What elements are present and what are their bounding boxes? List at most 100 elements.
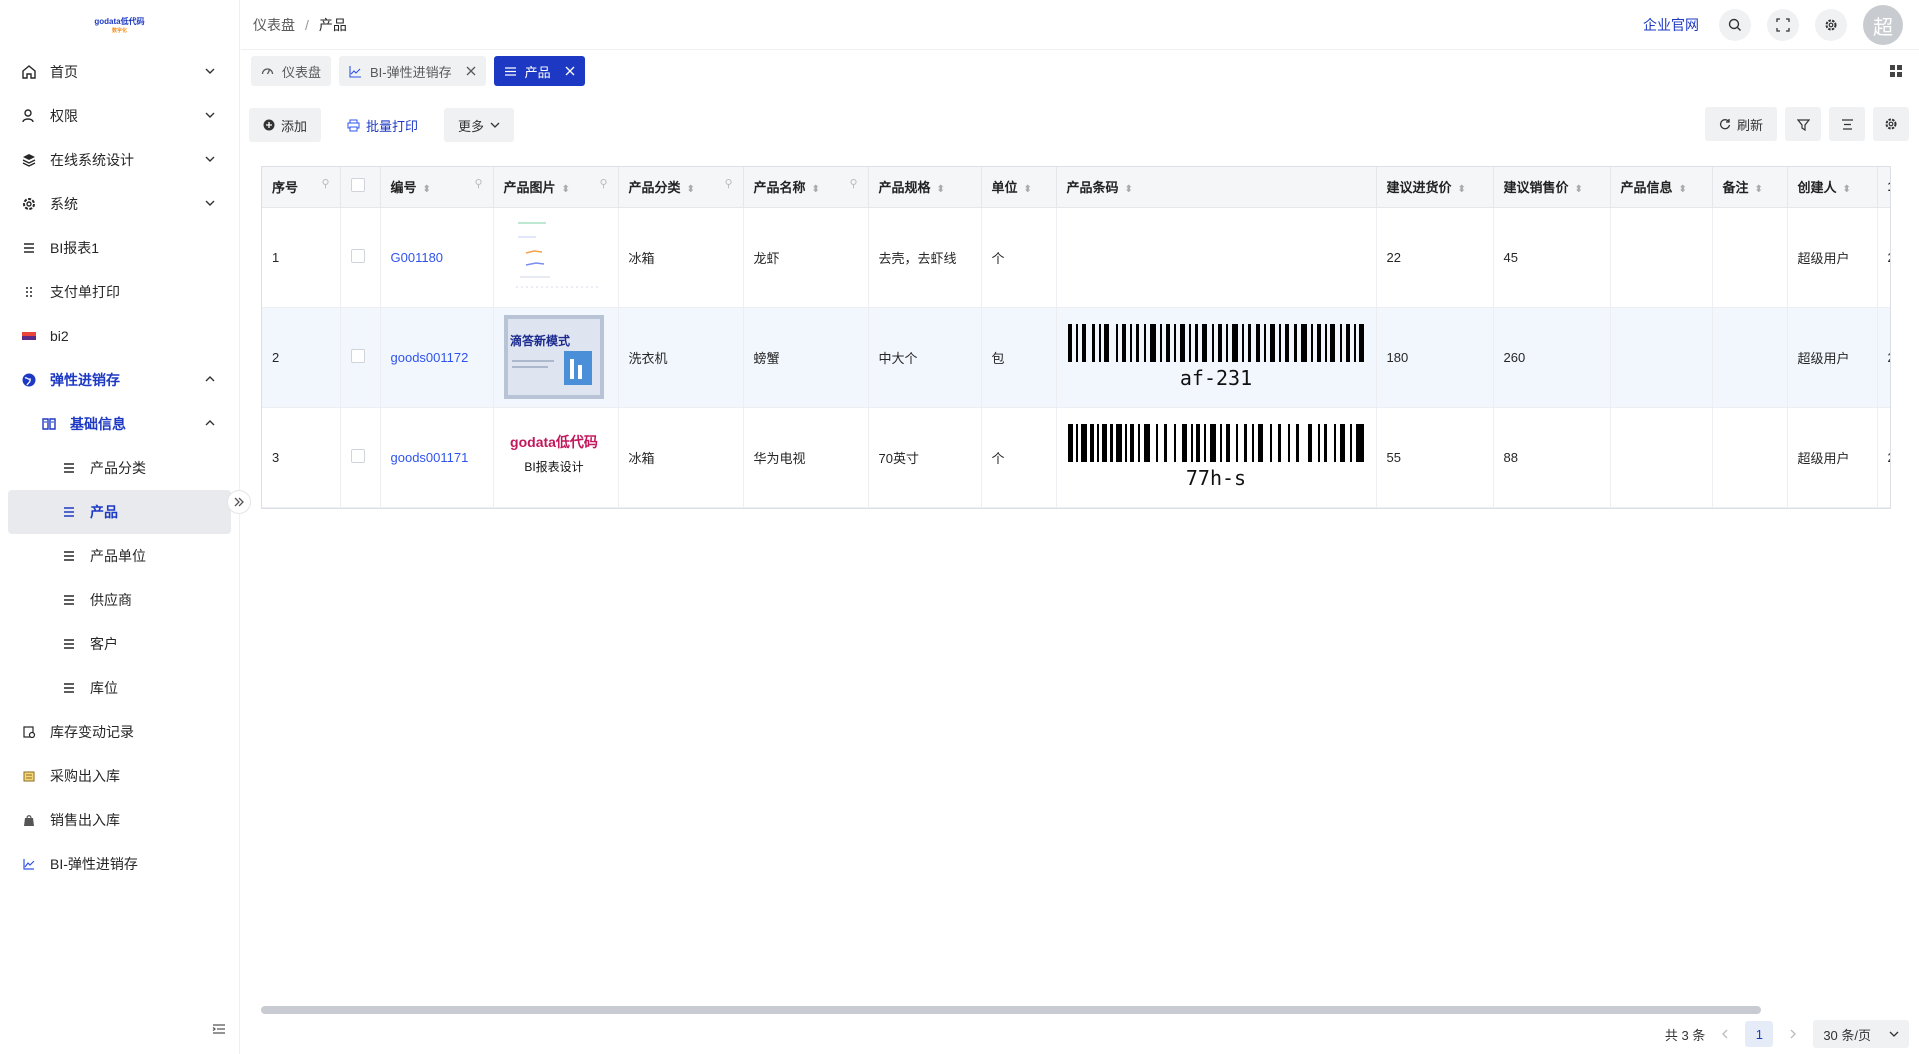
more-dropdown[interactable]: 更多: [444, 108, 515, 142]
sidebar-item-bi2[interactable]: bi2: [0, 314, 239, 358]
sidebar-item-bi-report1[interactable]: BI报表1: [0, 226, 239, 270]
cell-select: [340, 307, 381, 408]
sort-icon[interactable]: ⬍: [1125, 184, 1133, 195]
row-checkbox[interactable]: [350, 348, 365, 363]
column-title: 产品图片: [503, 180, 556, 196]
sidebar-item-product-unit[interactable]: 产品单位: [0, 534, 239, 578]
sidebar-item-location[interactable]: 库位: [0, 666, 239, 710]
double-chevron-right-icon: [234, 497, 244, 507]
filter-button[interactable]: [1785, 107, 1821, 141]
sidebar-item-permission[interactable]: 权限: [0, 94, 239, 138]
product-code-link[interactable]: goods001172: [391, 350, 469, 365]
density-button[interactable]: [1829, 107, 1865, 141]
pin-icon[interactable]: ⚲: [849, 177, 857, 190]
next-page-button[interactable]: [1789, 1029, 1797, 1039]
table-row[interactable]: 2 goods001172 滴答新模式 洗衣机 螃蟹 中大个 包 af-231 …: [262, 307, 1890, 408]
sidebar-item-elastic-inventory[interactable]: 弹性进销存: [0, 358, 239, 402]
select-all-checkbox[interactable]: [350, 178, 365, 193]
column-header-extra[interactable]: 1: [1877, 167, 1890, 208]
sort-icon[interactable]: ⬍: [687, 184, 695, 195]
pin-icon[interactable]: ⚲: [724, 177, 732, 190]
sidebar-item-home[interactable]: 首页: [0, 50, 239, 94]
tab-bi-elastic[interactable]: BI-弹性进销存: [339, 56, 486, 86]
horizontal-scrollbar[interactable]: [261, 1006, 1761, 1014]
sidebar-item-system[interactable]: 系统: [0, 182, 239, 226]
column-header-unit[interactable]: 单位 ⬍: [981, 167, 1057, 208]
product-code-link[interactable]: G001180: [391, 250, 444, 265]
menu-collapse-button[interactable]: [212, 1022, 226, 1036]
avatar[interactable]: 超: [1863, 5, 1903, 45]
sidebar-item-payment-print[interactable]: 支付单打印: [0, 270, 239, 314]
sort-icon[interactable]: ⬍: [1679, 184, 1687, 195]
tab-dashboard[interactable]: 仪表盘: [251, 56, 332, 86]
column-header-info[interactable]: 产品信息 ⬍: [1610, 167, 1713, 208]
fullscreen-button[interactable]: [1767, 9, 1799, 41]
sidebar-expand-toggle[interactable]: [227, 490, 251, 514]
pin-icon[interactable]: ⚲: [474, 177, 482, 190]
product-image-thumbnail[interactable]: [504, 215, 604, 299]
product-image-thumbnail[interactable]: 滴答新模式: [503, 315, 604, 399]
column-header-seq[interactable]: 序号 ⚲: [262, 167, 341, 208]
prev-page-button[interactable]: [1721, 1029, 1729, 1039]
sidebar-item-sales-io[interactable]: 销售出入库: [0, 798, 239, 842]
sidebar-item-product-category[interactable]: 产品分类: [0, 446, 239, 490]
column-settings-button[interactable]: [1873, 107, 1909, 141]
breadcrumb-item[interactable]: 仪表盘: [253, 15, 295, 35]
table-row[interactable]: 1 G001180 冰箱 龙虾 去壳，去虾线 个 22 45 超级用户: [262, 207, 1890, 308]
list-icon: [60, 503, 78, 521]
refresh-button[interactable]: 刷新: [1704, 107, 1777, 141]
table-row[interactable]: 3 goods001171 godata低代码 BI报表设计 冰箱 华为电视 70…: [262, 407, 1890, 508]
product-code-link[interactable]: goods001171: [391, 450, 469, 465]
logo[interactable]: godata低代码 数字化: [0, 0, 239, 50]
settings-button[interactable]: [1815, 9, 1847, 41]
column-header-sell-price[interactable]: 建议销售价 ⬍: [1493, 167, 1611, 208]
enterprise-site-link[interactable]: 企业官网: [1643, 15, 1699, 35]
column-title: 产品规格: [878, 180, 931, 196]
sort-icon[interactable]: ⬍: [562, 184, 570, 195]
column-header-spec[interactable]: 产品规格 ⬍: [868, 167, 982, 208]
sidebar-item-customer[interactable]: 客户: [0, 622, 239, 666]
sidebar-item-bi-elastic[interactable]: BI-弹性进销存: [0, 842, 239, 886]
search-button[interactable]: [1719, 9, 1751, 41]
row-checkbox[interactable]: [350, 248, 365, 263]
pin-icon[interactable]: ⚲: [321, 177, 329, 190]
sort-icon[interactable]: ⬍: [1575, 184, 1583, 195]
batch-print-button[interactable]: 批量打印: [333, 108, 432, 142]
sort-icon[interactable]: ⬍: [1755, 184, 1763, 195]
sort-icon[interactable]: ⬍: [812, 184, 820, 195]
column-header-image[interactable]: 产品图片 ⬍ ⚲: [493, 167, 619, 208]
column-header-buy-price[interactable]: 建议进货价 ⬍: [1376, 167, 1494, 208]
column-header-barcode[interactable]: 产品条码 ⬍: [1056, 167, 1377, 208]
row-checkbox[interactable]: [350, 448, 365, 463]
close-icon[interactable]: [466, 66, 476, 76]
product-image-thumbnail[interactable]: godata低代码 BI报表设计: [503, 415, 604, 499]
sidebar-item-label: bi2: [50, 328, 69, 344]
column-header-creator[interactable]: 创建人 ⬍: [1787, 167, 1878, 208]
tab-product[interactable]: 产品: [493, 56, 585, 86]
sort-icon[interactable]: ⬍: [1843, 184, 1851, 195]
tabs-menu-button[interactable]: [1889, 64, 1903, 78]
column-header-remark[interactable]: 备注 ⬍: [1712, 167, 1788, 208]
column-header-name[interactable]: 产品名称 ⬍ ⚲: [743, 167, 869, 208]
column-header-code[interactable]: 编号 ⬍ ⚲: [380, 167, 494, 208]
page-number[interactable]: 1: [1745, 1021, 1774, 1047]
sidebar-item-stock-records[interactable]: 库存变动记录: [0, 710, 239, 754]
page-size-select[interactable]: 30 条/页: [1813, 1020, 1909, 1048]
sort-icon[interactable]: ⬍: [1024, 184, 1032, 195]
sort-icon[interactable]: ⬍: [1458, 184, 1466, 195]
sort-icon[interactable]: ⬍: [423, 184, 431, 195]
sidebar-item-purchase-io[interactable]: 采购出入库: [0, 754, 239, 798]
sidebar-item-label: 系统: [50, 196, 78, 212]
thumbnail-text: 滴答新模式: [510, 333, 570, 348]
cell-sell-price: 88: [1493, 407, 1611, 508]
pin-icon[interactable]: ⚲: [599, 177, 607, 190]
sort-icon[interactable]: ⬍: [937, 184, 945, 195]
sidebar-item-basic-info[interactable]: 基础信息: [0, 402, 239, 446]
sidebar-item-supplier[interactable]: 供应商: [0, 578, 239, 622]
app-root: godata低代码 数字化 首页 权限 在线系统设计 系统 BI报表1 支付单打…: [0, 0, 1919, 1054]
sidebar-item-product[interactable]: 产品: [8, 490, 231, 534]
add-button[interactable]: 添加: [249, 108, 322, 142]
column-header-category[interactable]: 产品分类 ⬍ ⚲: [618, 167, 744, 208]
close-icon[interactable]: [565, 66, 575, 76]
sidebar-item-online-design[interactable]: 在线系统设计: [0, 138, 239, 182]
